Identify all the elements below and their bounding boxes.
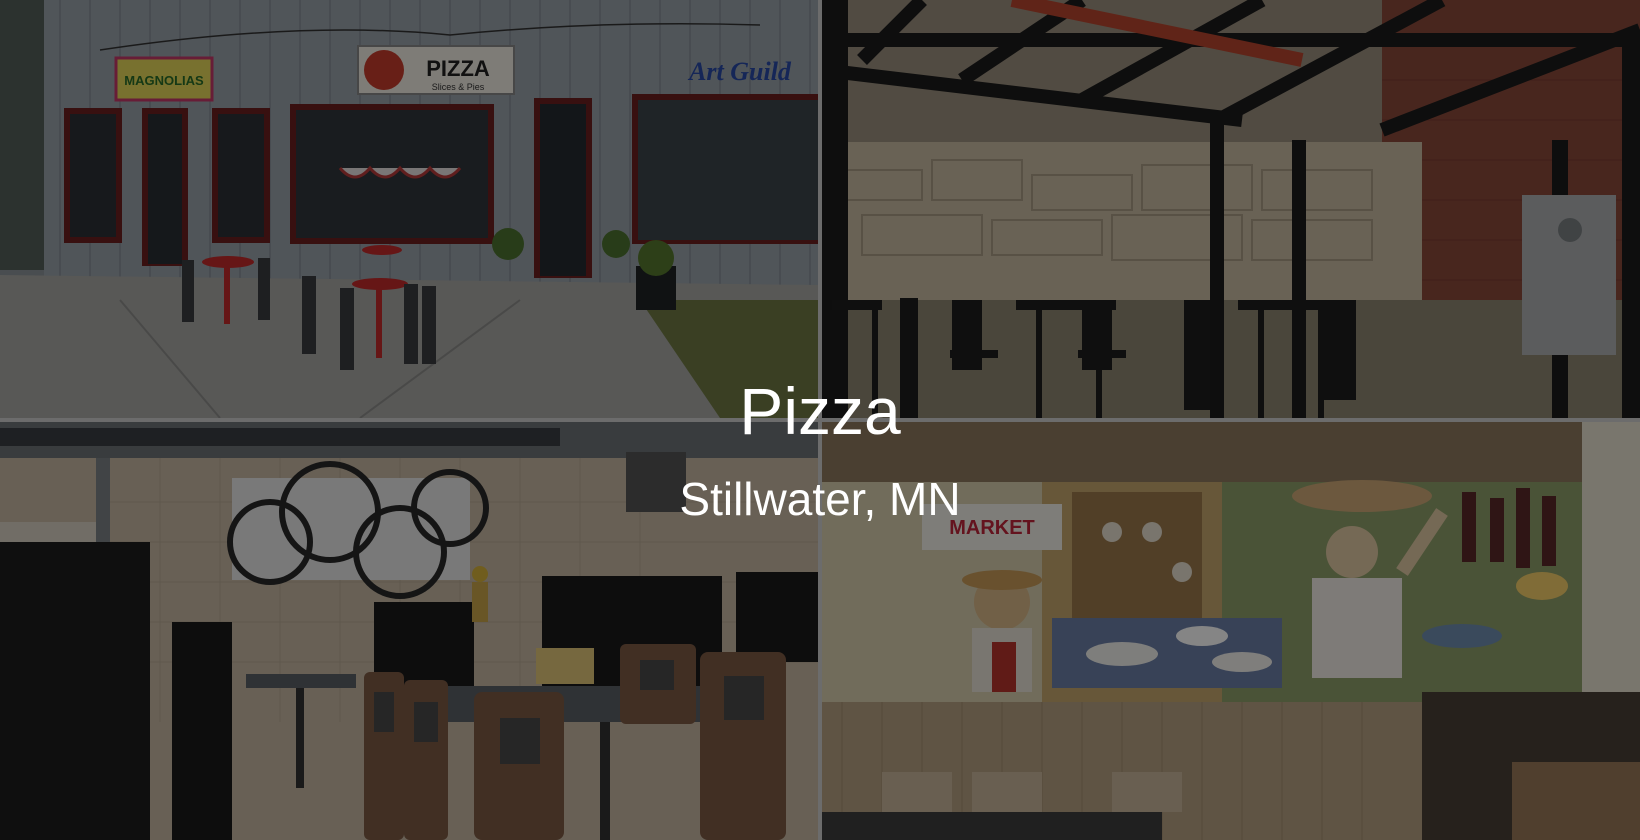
- mural-photo: MARKET: [822, 422, 1640, 840]
- photo-collage: MAGNOLIAS PIZZA Slices & Pies Art Guild: [0, 0, 1640, 840]
- market-sign: MARKET: [949, 517, 1035, 539]
- pergola-patio-photo: [822, 0, 1640, 418]
- collage-divider-horizontal: [0, 418, 1640, 422]
- art-guild-sign: Art Guild: [687, 57, 792, 86]
- magnolias-sign: MAGNOLIAS: [124, 73, 204, 88]
- pizza-sign-sub: Slices & Pies: [432, 82, 485, 92]
- pizza-sign: PIZZA: [426, 56, 490, 81]
- storefront-photo: MAGNOLIAS PIZZA Slices & Pies Art Guild: [0, 0, 818, 418]
- dining-room-photo: [0, 422, 818, 840]
